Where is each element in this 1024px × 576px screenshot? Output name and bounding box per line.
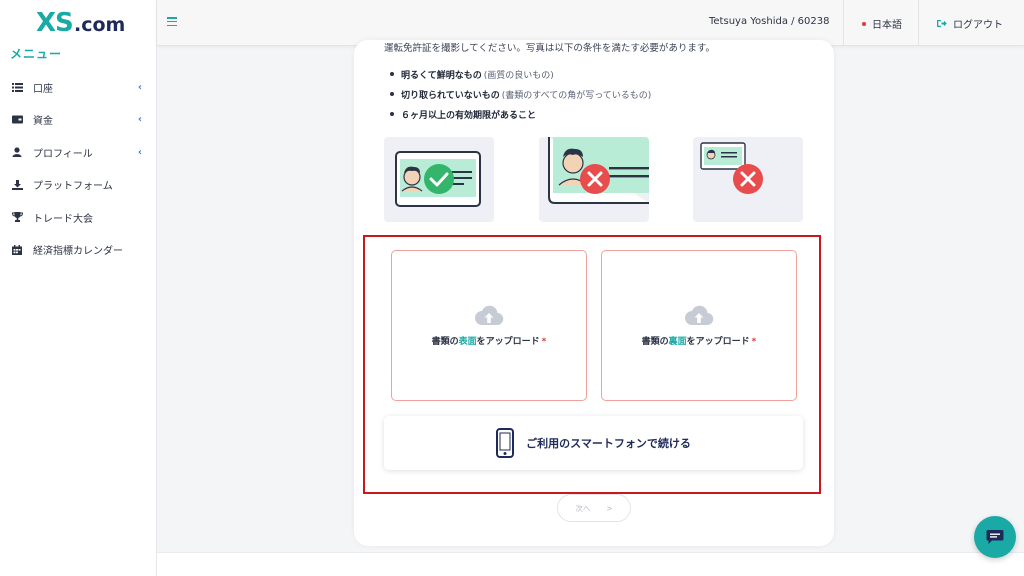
footer-bar: [157, 552, 1024, 576]
sidebar-item-trade-contest[interactable]: トレード大会: [0, 201, 156, 234]
instruction-text: 運転免許証を撮影してください。写真は以下の条件を満たす必要があります。: [384, 43, 715, 54]
upload-front-label: 書類の表面をアップロード *: [432, 334, 547, 347]
sidebar-item-label: 口座: [33, 83, 53, 95]
chat-bubble-icon: [986, 530, 1004, 544]
example-images: [384, 137, 804, 222]
language-flag-icon: [862, 21, 866, 26]
label-prefix: 書類の: [431, 337, 459, 347]
upload-back-label: 書類の裏面をアップロード *: [642, 334, 757, 347]
requirement-note: (書類のすべての角が写っているもの): [501, 90, 652, 101]
sidebar-item-platform[interactable]: プラットフォーム: [0, 169, 156, 202]
requirement-note: (画質の良いもの): [483, 70, 554, 81]
chevron-left-icon: ‹: [137, 114, 142, 126]
svg-text:XS: XS: [36, 8, 73, 35]
chevron-right-icon: >: [606, 503, 613, 513]
list-item: 明るくて鮮明なもの (画質の良いもの): [390, 64, 651, 84]
menu-title: メニュー: [10, 47, 63, 61]
hamburger-menu-icon[interactable]: [167, 17, 177, 27]
logout-button[interactable]: ログアウト: [937, 16, 1003, 31]
example-too-small-id-image: [693, 137, 803, 222]
download-icon: [10, 178, 24, 192]
smartphone-button-label: ご利用のスマートフォンで続ける: [526, 437, 691, 450]
cloud-upload-icon: [685, 305, 714, 326]
cloud-upload-icon: [475, 305, 504, 326]
requirement-title: ６ヶ月以上の有効期限があること: [401, 110, 537, 121]
calendar-icon: [10, 243, 24, 257]
chevron-left-icon: ‹: [137, 146, 142, 158]
example-cropped-id-image: [539, 137, 649, 222]
chat-widget-button[interactable]: [974, 516, 1016, 558]
list-icon: [10, 80, 24, 94]
sidebar-item-label: 経済指標カレンダー: [33, 246, 123, 258]
logout-icon: [937, 20, 947, 27]
requirement-list: 明るくて鮮明なもの (画質の良いもの) 切り取られていないもの (書類のすべての…: [390, 64, 651, 124]
label-highlight: 表面: [458, 337, 477, 347]
label-suffix: をアップロード: [476, 337, 540, 347]
list-item: ６ヶ月以上の有効期限があること: [390, 104, 651, 124]
sidebar-item-profile[interactable]: プロフィール ‹: [0, 136, 156, 169]
smartphone-icon: [496, 428, 515, 458]
logout-label: ログアウト: [953, 20, 1003, 31]
sidebar-item-economic-calendar[interactable]: 経済指標カレンダー: [0, 234, 156, 267]
example-good-id-image: [384, 137, 494, 222]
requirement-title: 切り取られていないもの: [401, 90, 500, 101]
requirement-title: 明るくて鮮明なもの: [401, 70, 482, 81]
label-highlight: 裏面: [668, 337, 687, 347]
user-account-label[interactable]: Tetsuya Yoshida / 60238: [709, 16, 830, 27]
continue-on-smartphone-button[interactable]: ご利用のスマートフォンで続ける: [384, 416, 803, 470]
header-divider: [918, 0, 919, 46]
sidebar-item-label: トレード大会: [33, 213, 93, 225]
sidebar: XS .com メニュー 口座 ‹ 資金 ‹ プロフィール ‹ プラットフォーム…: [0, 0, 157, 576]
label-prefix: 書類の: [641, 337, 669, 347]
user-icon: [10, 145, 24, 159]
upload-front-button[interactable]: 書類の表面をアップロード *: [391, 250, 587, 401]
upload-back-button[interactable]: 書類の裏面をアップロード *: [601, 250, 797, 401]
sidebar-item-label: プロフィール: [33, 148, 93, 160]
sidebar-item-label: プラットフォーム: [33, 181, 113, 193]
list-item: 切り取られていないもの (書類のすべての角が写っているもの): [390, 84, 651, 104]
chevron-left-icon: ‹: [137, 81, 142, 93]
wallet-icon: [10, 113, 24, 127]
menu-list: 口座 ‹ 資金 ‹ プロフィール ‹ プラットフォーム トレード大会 経済指標カ…: [0, 71, 156, 266]
logo[interactable]: XS .com: [0, 0, 156, 42]
svg-text:.com: .com: [74, 14, 125, 35]
xs-logo-icon: XS .com: [36, 8, 125, 35]
language-label: 日本語: [872, 20, 902, 31]
sidebar-item-account[interactable]: 口座 ‹: [0, 71, 156, 104]
header-divider: [843, 0, 844, 46]
language-selector[interactable]: 日本語: [862, 16, 902, 31]
label-suffix: をアップロード: [686, 337, 750, 347]
trophy-icon: [10, 210, 24, 224]
required-marker: *: [751, 337, 757, 347]
next-label: 次へ: [575, 503, 591, 513]
sidebar-item-label: 資金: [33, 116, 53, 128]
required-marker: *: [541, 337, 547, 347]
sidebar-item-funds[interactable]: 資金 ‹: [0, 104, 156, 137]
next-button[interactable]: 次へ >: [557, 494, 631, 522]
